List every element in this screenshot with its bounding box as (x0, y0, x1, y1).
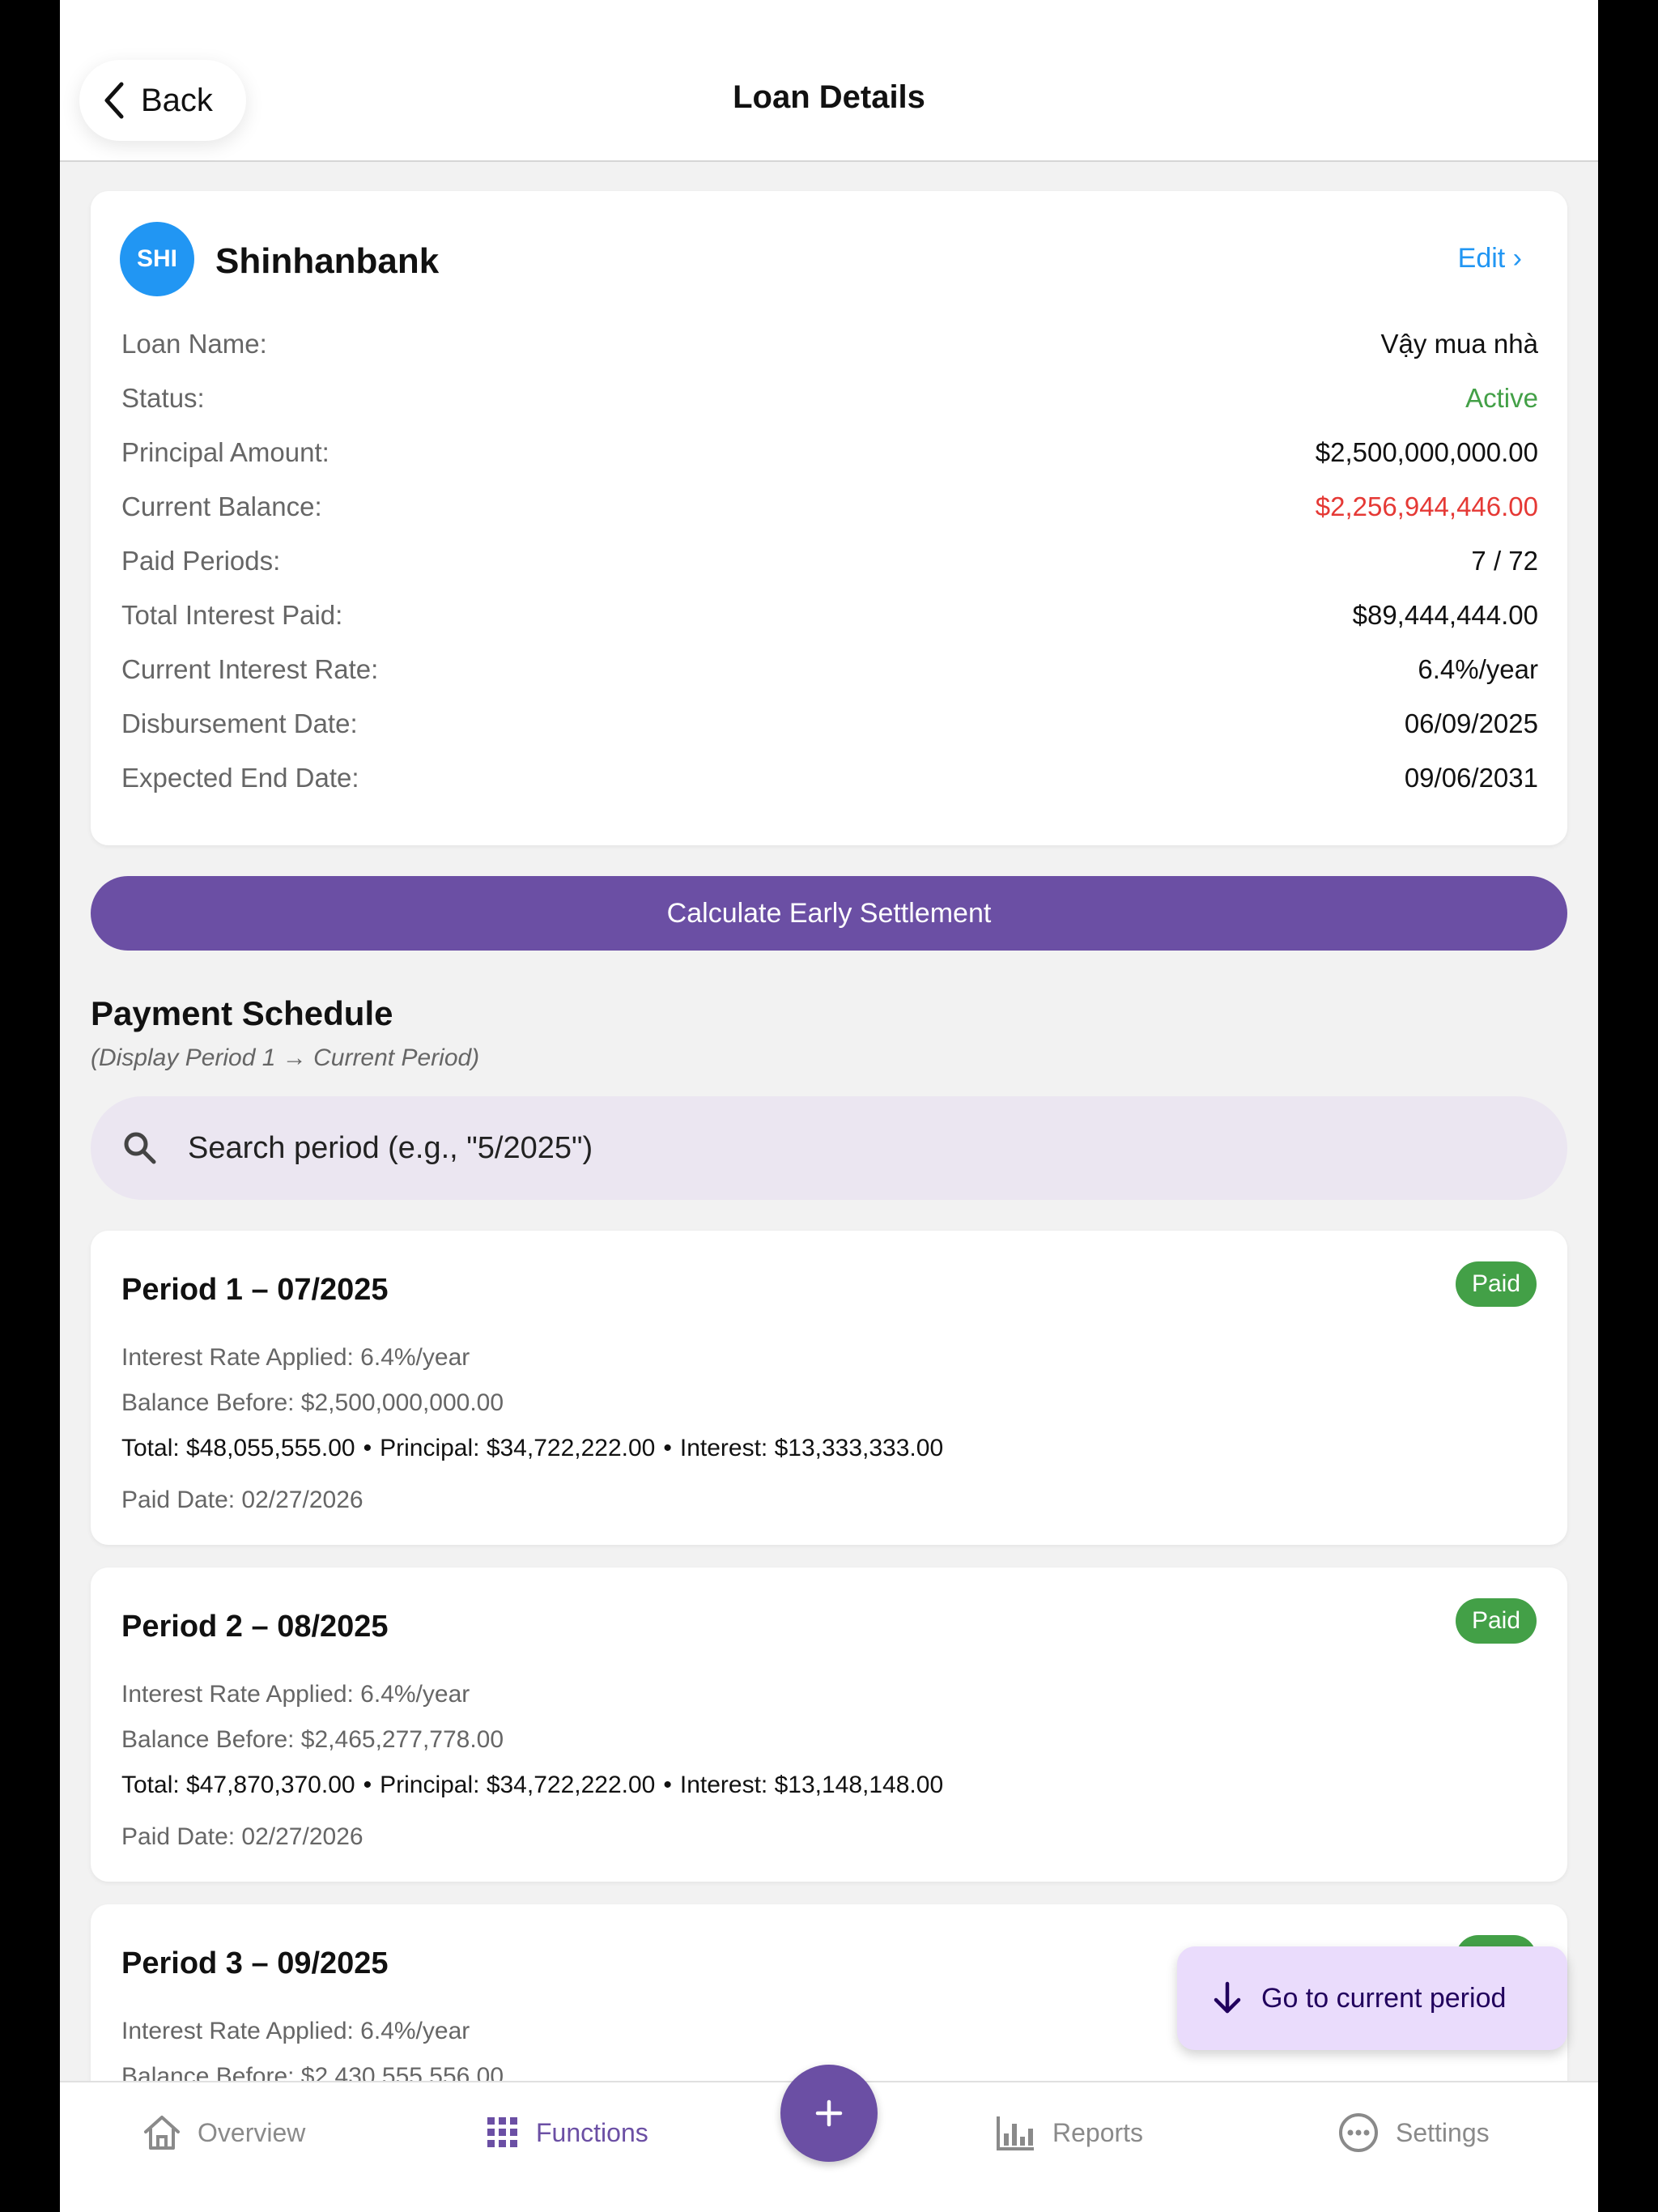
nav-item-reports[interactable]: Reports (996, 2108, 1143, 2157)
payment-breakdown: Total: $47,870,370.00 • Principal: $34,722… (121, 1772, 943, 1799)
info-label: Paid Periods: (121, 546, 281, 576)
info-row-interest-rate: Current Interest Rate: 6.4%/year (121, 649, 1538, 690)
info-label: Current Interest Rate: (121, 654, 379, 684)
nav-label-overview: Overview (198, 2117, 306, 2147)
search-input[interactable] (186, 1129, 1404, 1167)
calculate-early-settlement-button[interactable]: Calculate Early Settlement (91, 876, 1567, 951)
bar-chart-icon (997, 2116, 1034, 2150)
info-row-loan-name: Loan Name: Vậy mua nhà (121, 324, 1538, 364)
period-title: Period 3 – 09/2025 (121, 1946, 389, 1980)
scroll-content[interactable]: SHI Shinhanbank Edit › Loan Name: Vậy mu… (60, 162, 1598, 2081)
status-badge: Active (1465, 383, 1538, 413)
nav-label-functions: Functions (536, 2117, 648, 2147)
total-amount: Total: $47,870,370.00 (121, 1772, 355, 1798)
info-value: $89,444,444.00 (1352, 600, 1538, 630)
info-value: 09/06/2031 (1404, 763, 1538, 793)
separator: • (363, 1435, 372, 1461)
more-horizontal-icon (1339, 2113, 1378, 2152)
info-row-current-balance: Current Balance: $2,256,944,446.00 (121, 487, 1538, 527)
balance-before: Balance Before: $2,500,000,000.00 (121, 1389, 504, 1416)
info-label: Status: (121, 383, 205, 413)
info-row-end-date: Expected End Date: 09/06/2031 (121, 758, 1538, 798)
info-value: 7 / 72 (1471, 546, 1538, 576)
info-row-paid-periods: Paid Periods: 7 / 72 (121, 541, 1538, 581)
period-card[interactable]: Period 2 – 08/2025 Paid Interest Rate Ap… (91, 1568, 1567, 1882)
period-title: Period 2 – 08/2025 (121, 1610, 389, 1644)
info-label: Current Balance: (121, 491, 322, 521)
separator: • (663, 1772, 672, 1798)
loan-summary-card: SHI Shinhanbank Edit › Loan Name: Vậy mu… (91, 191, 1567, 845)
nav-item-overview[interactable]: Overview (142, 2108, 305, 2157)
grid-icon (487, 2117, 517, 2147)
status-badge: Paid (1455, 1598, 1537, 1644)
add-button[interactable] (780, 2065, 878, 2162)
interest-amount: Interest: $13,148,148.00 (679, 1772, 944, 1798)
nav-item-settings[interactable]: Settings (1337, 2108, 1490, 2157)
edit-link[interactable]: Edit › (1458, 243, 1522, 274)
status-badge: Paid (1455, 1261, 1537, 1307)
go-to-current-period-label: Go to current period (1261, 1982, 1507, 2014)
nav-label-settings: Settings (1396, 2117, 1490, 2147)
top-bar: Back Loan Details (60, 0, 1598, 162)
info-label: Expected End Date: (121, 763, 359, 793)
nav-label-reports: Reports (1052, 2117, 1144, 2147)
info-row-total-interest: Total Interest Paid: $89,444,444.00 (121, 595, 1538, 636)
principal-amount: Principal: $34,722,222.00 (380, 1772, 656, 1798)
app-screen: Back Loan Details SHI Shinhanbank Edit ›… (60, 0, 1598, 2212)
info-row-disbursement-date: Disbursement Date: 06/09/2025 (121, 704, 1538, 744)
arrow-down-icon (1214, 1981, 1241, 2014)
info-row-status: Status: Active (121, 378, 1538, 419)
go-to-current-period-button[interactable]: Go to current period (1177, 1946, 1567, 2050)
total-amount: Total: $48,055,555.00 (121, 1435, 355, 1461)
search-icon (124, 1132, 156, 1164)
bank-name: Shinhanbank (215, 241, 440, 281)
balance-before: Balance Before: $2,430,555,556.00 (121, 2063, 504, 2081)
info-label: Disbursement Date: (121, 708, 358, 738)
info-row-principal: Principal Amount: $2,500,000,000.00 (121, 432, 1538, 473)
avatar: SHI (120, 222, 194, 296)
plus-icon (815, 2099, 843, 2127)
balance-before: Balance Before: $2,465,277,778.00 (121, 1726, 504, 1753)
info-value: $2,500,000,000.00 (1315, 437, 1538, 467)
interest-amount: Interest: $13,333,333.00 (679, 1435, 944, 1461)
info-label: Loan Name: (121, 329, 267, 359)
payment-schedule-heading: Payment Schedule (91, 994, 393, 1032)
interest-rate-applied: Interest Rate Applied: 6.4%/year (121, 1681, 470, 1708)
separator: • (363, 1772, 372, 1798)
paid-date: Paid Date: 02/27/2026 (121, 1487, 363, 1513)
info-value: 06/09/2025 (1404, 708, 1538, 738)
principal-amount: Principal: $34,722,222.00 (380, 1435, 656, 1461)
payment-schedule-subtitle: (Display Period 1 → Current Period) (91, 1044, 480, 1071)
page-title: Loan Details (733, 79, 925, 115)
payment-breakdown: Total: $48,055,555.00 • Principal: $34,722… (121, 1435, 943, 1462)
separator: • (663, 1435, 672, 1461)
interest-rate-applied: Interest Rate Applied: 6.4%/year (121, 1344, 470, 1371)
paid-date: Paid Date: 02/27/2026 (121, 1823, 363, 1850)
search-bar[interactable] (91, 1096, 1567, 1200)
info-label: Total Interest Paid: (121, 600, 343, 630)
interest-rate-applied: Interest Rate Applied: 6.4%/year (121, 2018, 470, 2044)
info-value: Vậy mua nhà (1380, 329, 1538, 359)
info-label: Principal Amount: (121, 437, 329, 467)
info-value: $2,256,944,446.00 (1315, 491, 1538, 521)
period-card[interactable]: Period 1 – 07/2025 Paid Interest Rate Ap… (91, 1231, 1567, 1545)
nav-item-functions[interactable]: Functions (486, 2108, 648, 2157)
period-title: Period 1 – 07/2025 (121, 1273, 389, 1307)
info-value: 6.4%/year (1418, 654, 1538, 684)
home-icon (144, 2116, 180, 2150)
